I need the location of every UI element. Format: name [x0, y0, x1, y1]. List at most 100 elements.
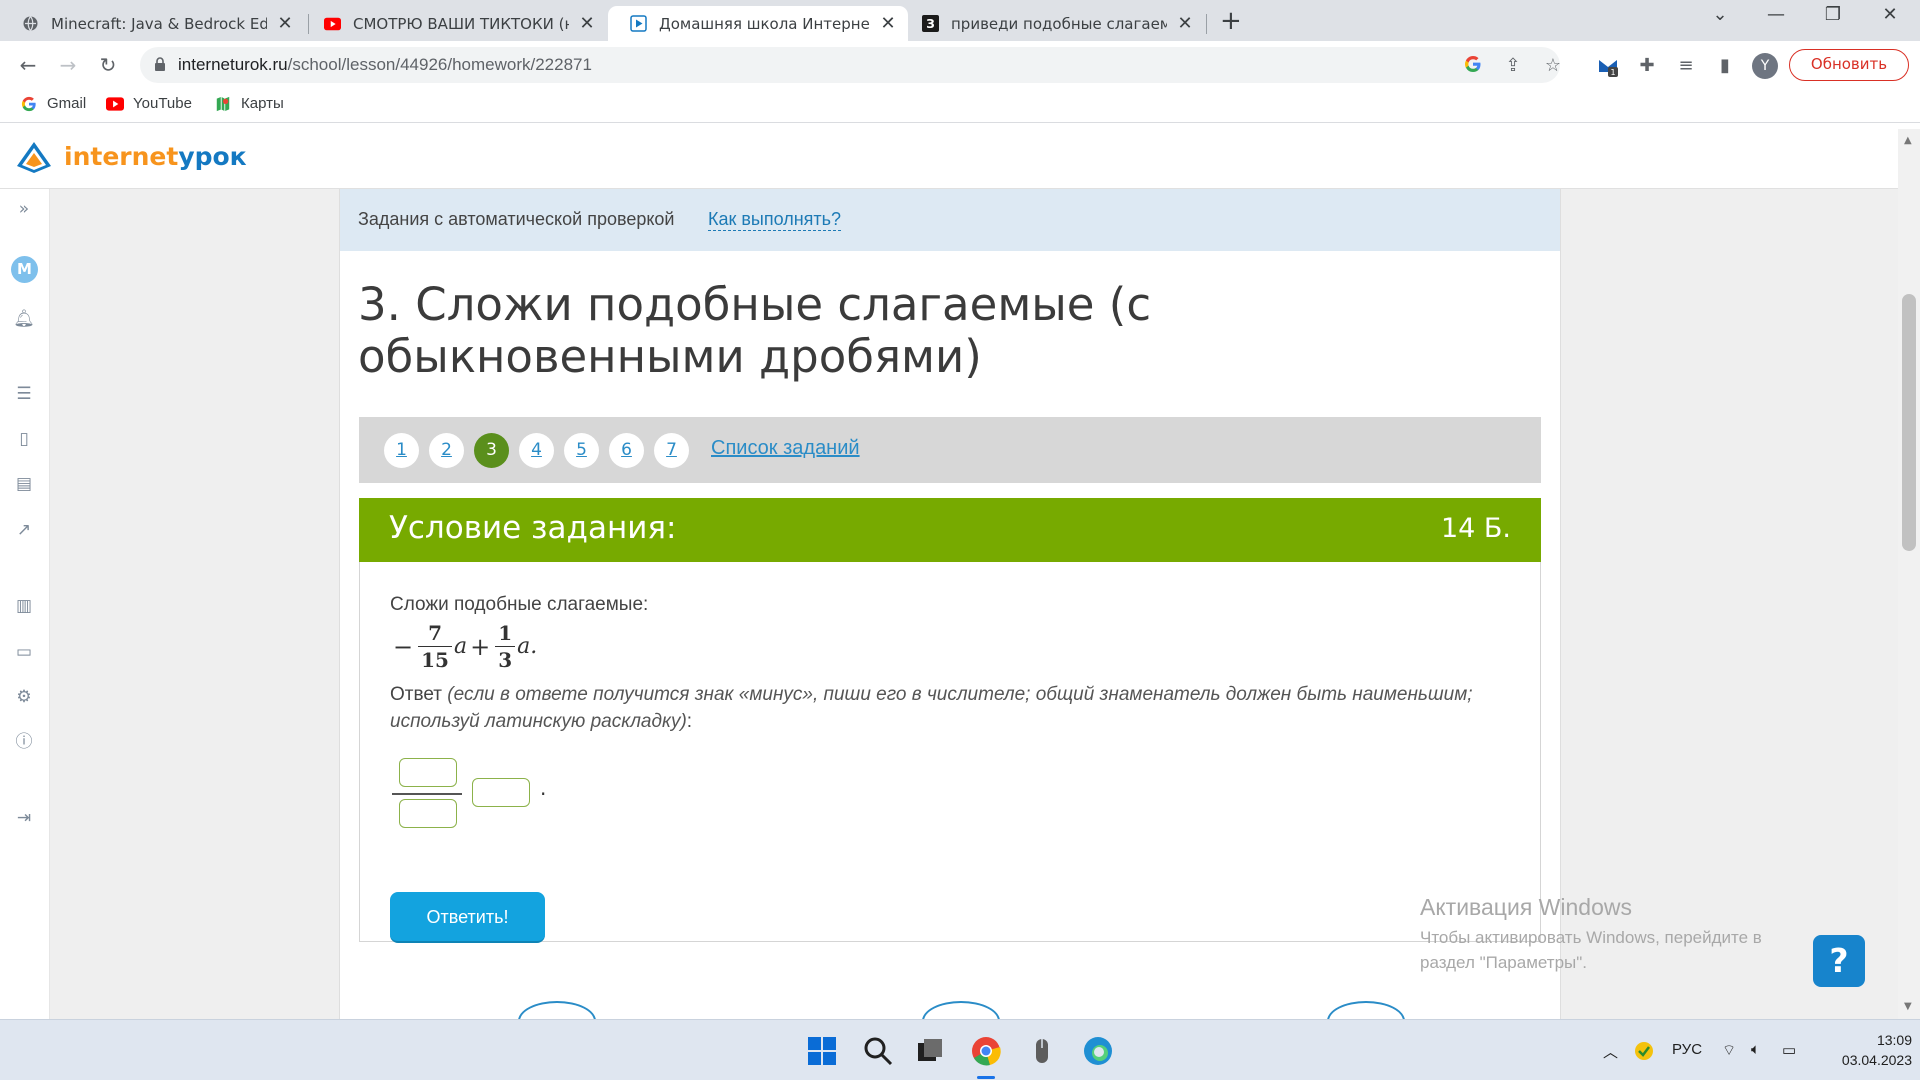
gear-icon[interactable]: ⚙	[12, 685, 36, 709]
tab-close-icon[interactable]: ✕	[878, 13, 898, 34]
tab-search-chevron-icon[interactable]: ⌄	[1700, 4, 1740, 25]
bookmark-maps[interactable]: Карты	[214, 95, 284, 112]
edge-icon[interactable]	[1082, 1035, 1114, 1067]
submit-answer-button[interactable]: Ответить!	[390, 892, 545, 943]
scrollbar-thumb[interactable]	[1902, 294, 1916, 551]
chrome-icon[interactable]	[970, 1035, 1002, 1067]
tab-close-icon[interactable]: ✕	[275, 13, 295, 34]
page-1-button[interactable]: 1	[384, 433, 419, 468]
language-indicator[interactable]: РУС	[1672, 1041, 1702, 1058]
url-host: interneturok.ru	[178, 55, 288, 74]
variable-input[interactable]	[472, 778, 530, 807]
clock[interactable]: 13:09 03.04.2023	[1822, 1030, 1912, 1070]
extension-mail-icon[interactable]: 1	[1596, 54, 1620, 78]
bookmark-gmail[interactable]: Gmail	[20, 95, 86, 112]
help-button[interactable]: ?	[1813, 935, 1865, 987]
fraction-1: 7 15	[418, 620, 452, 673]
tab-tiktok-video[interactable]: СМОТРЮ ВАШИ ТИКТОКИ (не с ✕	[302, 6, 607, 41]
reload-icon[interactable]: ↻	[94, 51, 122, 79]
task-header-title: Условие задания:	[389, 510, 677, 546]
site-logo[interactable]: internetурок	[14, 136, 247, 176]
expand-sidebar-icon[interactable]: »	[12, 197, 36, 221]
tab-interneturok[interactable]: Домашняя школа ИнтернетУро ✕	[608, 6, 908, 41]
restore-icon[interactable]: ❐	[1813, 4, 1853, 25]
tab-znanija[interactable]: З приведи подобные слагаемые ✕	[900, 6, 1205, 41]
answer-hint: (если в ответе получится знак «минус», п…	[390, 684, 1473, 732]
homework-icon[interactable]: ▤	[12, 472, 36, 496]
bookmark-youtube[interactable]: YouTube	[106, 95, 192, 112]
tab-close-icon[interactable]: ✕	[577, 13, 597, 34]
wifi-icon[interactable]: ⌔	[1722, 1041, 1736, 1060]
search-icon[interactable]	[862, 1035, 894, 1067]
logo-part-urok: урок	[178, 141, 247, 171]
task-list-link[interactable]: Список заданий	[711, 437, 860, 460]
bookmark-star-icon[interactable]: ☆	[1542, 55, 1564, 77]
new-tab-plus-icon[interactable]: +	[1220, 8, 1242, 34]
minimize-icon[interactable]: —	[1756, 4, 1796, 25]
windows-taskbar: ︿ РУС ⌔ 🔈︎ ▭ 13:09 03.04.2023	[0, 1019, 1920, 1080]
update-button[interactable]: Обновить	[1789, 49, 1909, 81]
browser-tab-strip: Minecraft: Java & Bedrock Editio ✕ СМОТР…	[0, 0, 1920, 41]
tray-app-icon[interactable]	[1634, 1041, 1654, 1061]
plus-sign: +	[470, 632, 491, 661]
auto-check-bar: Задания с автоматической проверкой Как в…	[340, 189, 1560, 251]
tab-minecraft[interactable]: Minecraft: Java & Bedrock Editio ✕	[0, 6, 305, 41]
task-view-icon[interactable]	[914, 1035, 946, 1067]
profile-avatar[interactable]: Y	[1752, 53, 1778, 79]
youtube-icon	[106, 96, 124, 111]
answer-fraction-line	[392, 793, 462, 795]
logout-icon[interactable]: ⇥	[12, 806, 36, 830]
page-title: 3. Сложи подобные слагаемые (с обыкновен…	[358, 278, 1152, 383]
bell-icon[interactable]: 🔔︎	[12, 307, 36, 331]
battery-icon[interactable]: ▭	[1782, 1041, 1796, 1059]
tab-close-icon[interactable]: ✕	[1175, 13, 1195, 34]
lesson-card: Задания с автоматической проверкой Как в…	[339, 189, 1561, 1041]
forward-arrow-icon[interactable]: →	[54, 51, 82, 79]
google-icon	[21, 96, 36, 111]
page-scrollbar[interactable]: ▲ ▼	[1898, 129, 1920, 1019]
volume-icon[interactable]: 🔈︎	[1751, 1041, 1760, 1058]
address-bar[interactable]: interneturok.ru/school/lesson/44926/home…	[140, 47, 1561, 83]
math-expression: − 7 15 a + 1 3 a.	[390, 620, 537, 673]
page-6-button[interactable]: 6	[609, 433, 644, 468]
side-panel-icon[interactable]: ▮	[1713, 54, 1737, 78]
rail-avatar[interactable]: М	[11, 256, 38, 283]
clock-time: 13:09	[1876, 1032, 1912, 1048]
clock-date: 03.04.2023	[1841, 1052, 1912, 1068]
page-3-button[interactable]: 3	[474, 433, 509, 468]
share-icon[interactable]: ⇪	[1502, 55, 1524, 77]
mouse-icon[interactable]	[1026, 1035, 1058, 1067]
page-2-button[interactable]: 2	[429, 433, 464, 468]
document-icon[interactable]: ▯	[12, 427, 36, 451]
denominator-input[interactable]	[399, 799, 457, 828]
bookmark-label: Gmail	[47, 95, 87, 112]
google-translate-icon[interactable]	[1462, 55, 1484, 77]
tray-chevron-icon[interactable]: ︿	[1603, 1041, 1618, 1062]
journal-icon[interactable]: ▥	[12, 594, 36, 618]
variable-a: a	[453, 634, 468, 659]
window-close-icon[interactable]: ✕	[1870, 4, 1910, 25]
page-7-button[interactable]: 7	[654, 433, 689, 468]
help-circle-icon[interactable]: ⓘ	[12, 730, 36, 754]
reading-list-icon[interactable]: ≡	[1674, 54, 1698, 78]
tab-title: Minecraft: Java & Bedrock Editio	[51, 14, 267, 33]
extension-badge: 1	[1610, 68, 1615, 77]
back-arrow-icon[interactable]: ←	[14, 51, 42, 79]
task-header: Условие задания: 14 Б.	[359, 498, 1541, 562]
chart-icon[interactable]: ↗	[12, 518, 36, 542]
variable-a-tail: a.	[517, 634, 538, 659]
task-body: Сложи подобные слагаемые: − 7 15 a + 1 3…	[359, 562, 1541, 943]
numerator-input[interactable]	[399, 758, 457, 787]
scroll-up-arrow-icon[interactable]: ▲	[1904, 135, 1912, 146]
list-icon[interactable]: ☰	[12, 382, 36, 406]
extensions-puzzle-icon[interactable]: ✚	[1635, 54, 1659, 78]
fraction-2-denominator: 3	[495, 646, 516, 673]
page-5-button[interactable]: 5	[564, 433, 599, 468]
windows-start-icon[interactable]	[806, 1035, 838, 1067]
bookmarks-bar: Gmail YouTube Карты	[0, 89, 1920, 123]
task-pager: 1 2 3 4 5 6 7 Список заданий	[359, 417, 1541, 483]
how-to-link[interactable]: Как выполнять?	[708, 209, 842, 231]
wallet-icon[interactable]: ▭	[12, 640, 36, 664]
page-4-button[interactable]: 4	[519, 433, 554, 468]
scroll-down-arrow-icon[interactable]: ▼	[1904, 1001, 1912, 1012]
